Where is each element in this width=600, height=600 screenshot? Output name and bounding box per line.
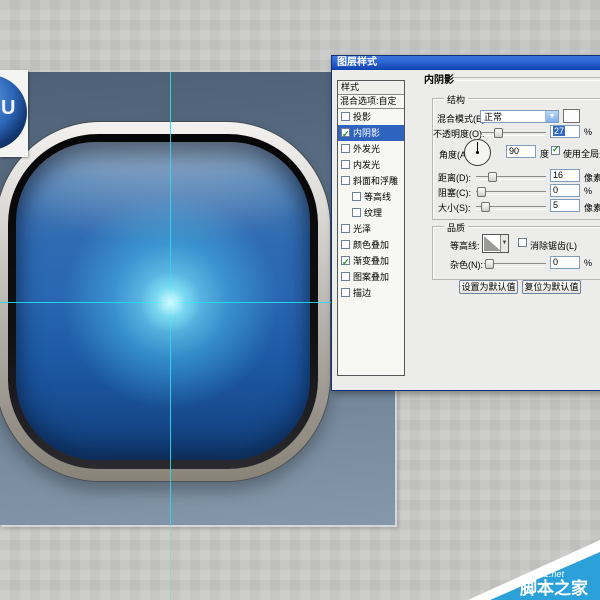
reference-thumbnail-window: U bbox=[0, 70, 28, 157]
thumbnail-glyph: U bbox=[1, 97, 15, 120]
noise-slider[interactable] bbox=[484, 263, 546, 267]
angle-field[interactable]: 90 bbox=[506, 145, 536, 158]
noise-slider-thumb[interactable] bbox=[485, 259, 494, 269]
shadow-color-swatch[interactable] bbox=[563, 109, 580, 123]
guide-vertical[interactable] bbox=[170, 72, 171, 525]
photoshop-workspace: U 图层样式 样式 混合选项:自定 投影 内阴影 外发光 内发光 斜面和浮雕 等… bbox=[0, 0, 600, 600]
angle-hub bbox=[476, 151, 479, 154]
distance-slider[interactable] bbox=[476, 176, 546, 180]
watermark-site: jb51.net bbox=[531, 569, 565, 579]
size-slider-thumb[interactable] bbox=[481, 202, 490, 212]
choke-unit: % bbox=[584, 186, 592, 196]
styles-list: 样式 混合选项:自定 投影 内阴影 外发光 内发光 斜面和浮雕 等高线 纹理 光… bbox=[337, 80, 405, 376]
checkbox-satin[interactable] bbox=[341, 224, 350, 233]
blend-mode-dropdown[interactable]: 正常 ▼ bbox=[480, 110, 559, 123]
checkbox-global-light[interactable] bbox=[551, 146, 560, 155]
size-slider[interactable] bbox=[476, 206, 546, 210]
angle-unit: 度 bbox=[540, 147, 549, 160]
checkbox-gradient-overlay[interactable] bbox=[341, 256, 350, 265]
style-item-bevel-emboss[interactable]: 斜面和浮雕 bbox=[338, 173, 404, 189]
noise-label: 杂色(N): bbox=[450, 258, 483, 271]
checkbox-outer-glow[interactable] bbox=[341, 144, 350, 153]
style-item-pattern-overlay[interactable]: 图案叠加 bbox=[338, 269, 404, 285]
checkbox-color-overlay[interactable] bbox=[341, 240, 350, 249]
glossy-button-face bbox=[16, 142, 310, 460]
style-item-inner-shadow[interactable]: 内阴影 bbox=[338, 125, 404, 141]
watermark-name: 脚本之家 bbox=[520, 578, 588, 598]
structure-legend: 结构 bbox=[444, 93, 468, 106]
choke-slider-thumb[interactable] bbox=[477, 187, 486, 197]
checkbox-contour[interactable] bbox=[352, 192, 361, 201]
contour-picker[interactable]: ▼ bbox=[482, 234, 509, 253]
distance-label: 距离(D): bbox=[438, 171, 471, 184]
size-unit: 像素 bbox=[584, 201, 600, 214]
chevron-down-icon[interactable]: ▼ bbox=[500, 235, 508, 252]
chevron-down-icon[interactable]: ▼ bbox=[545, 111, 558, 122]
distance-unit: 像素 bbox=[584, 171, 600, 184]
style-item-stroke[interactable]: 描边 bbox=[338, 285, 404, 301]
style-item-drop-shadow[interactable]: 投影 bbox=[338, 109, 404, 125]
checkbox-drop-shadow[interactable] bbox=[341, 112, 350, 121]
dialog-titlebar[interactable]: 图层样式 bbox=[332, 56, 600, 70]
choke-slider[interactable] bbox=[476, 191, 546, 195]
checkbox-pattern-overlay[interactable] bbox=[341, 272, 350, 281]
style-item-outer-glow[interactable]: 外发光 bbox=[338, 141, 404, 157]
distance-field[interactable]: 16 bbox=[550, 169, 580, 182]
contour-thumbnail-icon bbox=[484, 236, 501, 251]
noise-field[interactable]: 0 bbox=[550, 256, 580, 269]
checkbox-antialias[interactable] bbox=[518, 238, 527, 247]
style-item-color-overlay[interactable]: 颜色叠加 bbox=[338, 237, 404, 253]
checkbox-inner-glow[interactable] bbox=[341, 160, 350, 169]
style-item-inner-glow[interactable]: 内发光 bbox=[338, 157, 404, 173]
opacity-unit: % bbox=[584, 127, 592, 137]
opacity-slider-thumb[interactable] bbox=[494, 128, 503, 138]
size-label: 大小(S): bbox=[438, 201, 471, 214]
panel-title: 内阴影 bbox=[424, 71, 454, 86]
set-default-button[interactable]: 设置为默认值 bbox=[459, 280, 518, 294]
layer-style-dialog: 图层样式 样式 混合选项:自定 投影 内阴影 外发光 内发光 斜面和浮雕 等高线… bbox=[331, 55, 600, 391]
size-field[interactable]: 5 bbox=[550, 199, 580, 212]
choke-label: 阻塞(C): bbox=[438, 186, 471, 199]
opacity-slider[interactable] bbox=[481, 132, 546, 136]
panel-title-separator bbox=[454, 77, 600, 81]
quality-legend: 品质 bbox=[444, 221, 468, 234]
style-item-contour[interactable]: 等高线 bbox=[338, 189, 404, 205]
distance-slider-thumb[interactable] bbox=[488, 172, 497, 182]
blending-options-row[interactable]: 混合选项:自定 bbox=[338, 95, 404, 109]
noise-unit: % bbox=[584, 258, 592, 268]
styles-list-header: 样式 bbox=[338, 81, 404, 95]
style-item-gradient-overlay[interactable]: 渐变叠加 bbox=[338, 253, 404, 269]
checkbox-texture[interactable] bbox=[352, 208, 361, 217]
opacity-field[interactable]: 27 bbox=[550, 125, 580, 138]
checkbox-inner-shadow[interactable] bbox=[341, 128, 350, 137]
watermark: jb51.net 脚本之家 bbox=[460, 538, 600, 600]
choke-field[interactable]: 0 bbox=[550, 184, 580, 197]
contour-label: 等高线: bbox=[450, 239, 480, 252]
blend-mode-value: 正常 bbox=[484, 112, 502, 122]
checkbox-stroke[interactable] bbox=[341, 288, 350, 297]
angle-dial[interactable] bbox=[464, 139, 491, 166]
style-item-satin[interactable]: 光泽 bbox=[338, 221, 404, 237]
style-item-texture[interactable]: 纹理 bbox=[338, 205, 404, 221]
global-light-label: 使用全局光 bbox=[563, 147, 600, 160]
guide-vertical-extension bbox=[170, 525, 171, 600]
checkbox-bevel-emboss[interactable] bbox=[341, 176, 350, 185]
dialog-title: 图层样式 bbox=[337, 57, 377, 68]
antialias-label: 消除锯齿(L) bbox=[530, 239, 577, 252]
reset-default-button[interactable]: 复位为默认值 bbox=[522, 280, 581, 294]
quality-group bbox=[432, 226, 600, 280]
